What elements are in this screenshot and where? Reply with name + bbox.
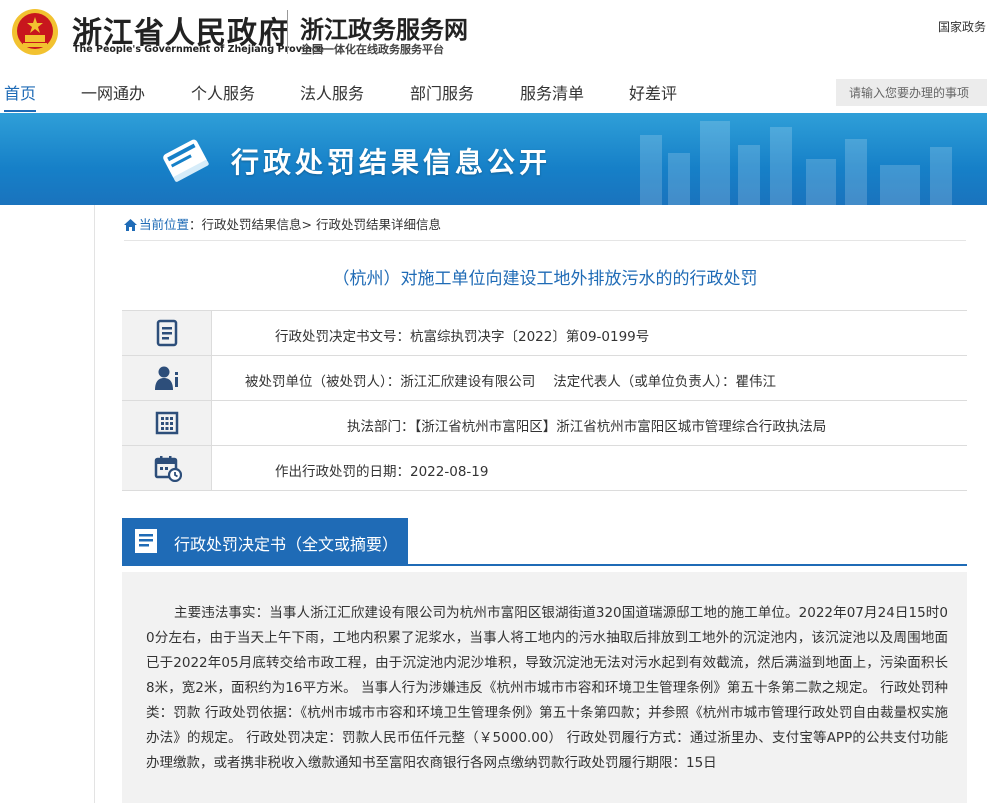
info-row-decision-number: 行政处罚决定书文号：杭富综执罚决字〔2022〕第09-0199号 xyxy=(122,310,967,356)
main-nav: 首页 一网通办 个人服务 法人服务 部门服务 服务清单 好差评 xyxy=(0,72,987,112)
content-left-border xyxy=(94,205,95,803)
breadcrumb-sep: > xyxy=(301,217,316,232)
info-row-enforcement-dept: 执法部门：【浙江省杭州市富阳区】浙江省杭州市富阳区城市管理综合行政执法局 xyxy=(122,400,967,446)
banner-title: 行政处罚结果信息公开 xyxy=(231,146,552,179)
breadcrumb-divider xyxy=(124,240,966,241)
breadcrumb: 当前位置：行政处罚结果信息> 行政处罚结果详细信息 xyxy=(124,214,441,233)
search-input[interactable] xyxy=(836,79,987,106)
nav-item-one-stop[interactable]: 一网通办 xyxy=(81,80,145,104)
decision-section-heading: 行政处罚决定书（全文或摘要） xyxy=(174,535,399,554)
page-title: （杭州）对施工单位向建设工地外排放污水的的行政处罚 xyxy=(332,269,758,289)
penalized-party-value: 浙江汇欣建设有限公司 xyxy=(400,374,536,390)
decision-number-value: 杭富综执罚决字〔2022〕第09-0199号 xyxy=(410,329,650,345)
nav-item-personal[interactable]: 个人服务 xyxy=(191,80,255,104)
info-table-bottom-border xyxy=(122,490,967,491)
enforcement-dept-value: 【浙江省杭州市富阳区】浙江省杭州市富阳区城市管理综合行政执法局 xyxy=(414,419,827,435)
calendar-icon xyxy=(154,456,182,482)
enforcement-dept-label: 执法部门： xyxy=(347,419,415,435)
nav-item-department[interactable]: 部门服务 xyxy=(410,80,474,104)
banner: 行政处罚结果信息公开 xyxy=(0,113,987,205)
penalty-date-label: 作出行政处罚的日期： xyxy=(275,464,410,480)
decision-number-label: 行政处罚决定书文号： xyxy=(275,329,410,345)
breadcrumb-item-detail: 行政处罚结果详细信息 xyxy=(316,217,442,232)
list-document-icon xyxy=(135,529,157,553)
breadcrumb-sep: ： xyxy=(189,217,202,232)
document-icon xyxy=(156,319,178,347)
legal-representative-label: 法定代表人（或单位负责人）： xyxy=(553,374,736,390)
legal-representative-value: 瞿伟江 xyxy=(735,374,777,390)
header-divider xyxy=(287,10,288,54)
building-icon xyxy=(155,411,179,435)
national-emblem-icon[interactable] xyxy=(10,7,60,57)
decision-section-header: 行政处罚决定书（全文或摘要） xyxy=(122,518,967,566)
penalized-party-label: 被处罚单位（被处罚人）： xyxy=(245,374,401,390)
info-row-penalty-date: 作出行政处罚的日期：2022-08-19 xyxy=(122,445,967,491)
nav-item-review[interactable]: 好差评 xyxy=(629,80,677,104)
decision-body-box: 主要违法事实：当事人浙江汇欣建设有限公司为杭州市富阳区银湖街道320国道瑞源邸工… xyxy=(122,572,967,803)
book-icon xyxy=(163,139,209,182)
home-icon xyxy=(124,219,137,231)
nav-item-service-list[interactable]: 服务清单 xyxy=(520,80,584,104)
penalty-date-value: 2022-08-19 xyxy=(410,464,489,480)
decision-body-text: 主要违法事实：当事人浙江汇欣建设有限公司为杭州市富阳区银湖街道320国道瑞源邸工… xyxy=(146,605,948,771)
nav-item-legal-person[interactable]: 法人服务 xyxy=(300,80,364,104)
nav-item-home[interactable]: 首页 xyxy=(4,80,37,112)
site-header: 浙江省人民政府 The People's Government of Zheji… xyxy=(0,0,987,70)
person-icon xyxy=(155,366,178,390)
decision-section-tab: 行政处罚决定书（全文或摘要） xyxy=(122,518,408,564)
breadcrumb-current-label: 当前位置 xyxy=(139,217,190,232)
top-link[interactable]: 国家政务 xyxy=(938,18,986,35)
info-row-penalized-party: 被处罚单位（被处罚人）：浙江汇欣建设有限公司 法定代表人（或单位负责人）：瞿伟江 xyxy=(122,355,967,401)
service-subtitle: 全国一体化在线政务服务平台 xyxy=(301,43,444,56)
breadcrumb-item-penalty-info[interactable]: 行政处罚结果信息 xyxy=(202,217,302,232)
service-name[interactable]: 浙江政务服务网 xyxy=(300,10,468,45)
